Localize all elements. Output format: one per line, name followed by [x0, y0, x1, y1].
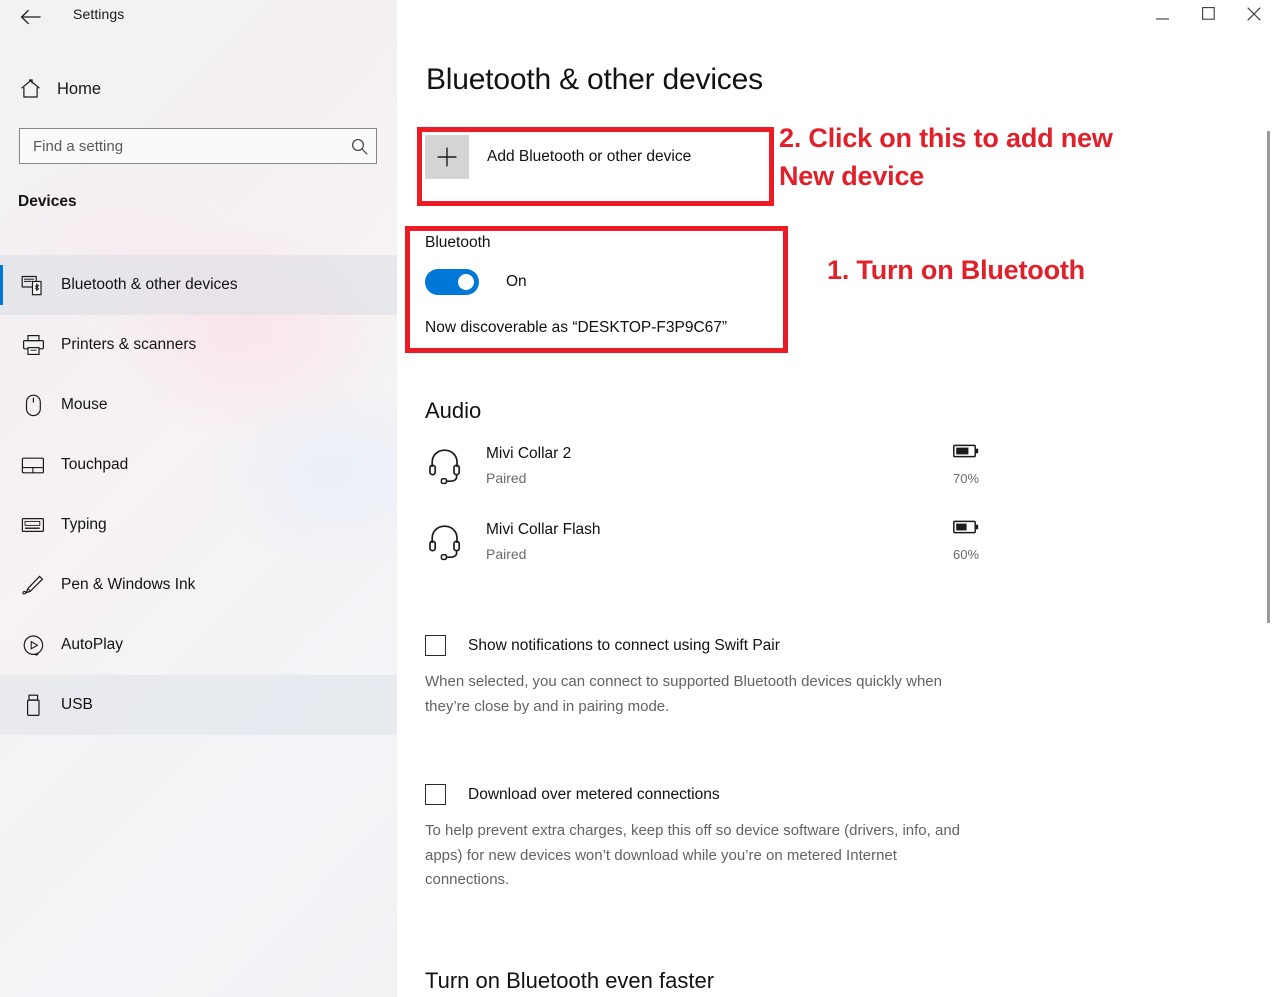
option-description: When selected, you can connect to suppor… — [425, 673, 942, 715]
sidebar-item-bluetooth-other-devices[interactable]: Bluetooth & other devices — [0, 255, 397, 315]
bluetooth-discoverable-text: Now discoverable as “DESKTOP-F3P9C67” — [425, 319, 728, 336]
search-icon[interactable] — [342, 137, 376, 156]
add-device-label: Add Bluetooth or other device — [487, 148, 692, 165]
list-item[interactable]: Mivi Collar 2 Paired 70% — [425, 442, 1005, 518]
annotation-text-step-2: 2. Click on this to add new New device — [779, 123, 1113, 191]
minimize-button[interactable] — [1139, 0, 1185, 32]
main-scrollbar[interactable] — [1263, 0, 1275, 997]
option-description: To help prevent extra charges, keep this… — [425, 822, 961, 888]
device-info: Mivi Collar 2 Paired — [486, 442, 571, 486]
bluetooth-toggle[interactable] — [425, 269, 479, 295]
battery-icon — [953, 444, 979, 463]
pen-icon — [18, 572, 48, 598]
sidebar-item-typing[interactable]: Typing — [0, 495, 397, 555]
sidebar-item-label: Pen & Windows Ink — [61, 576, 196, 593]
touchpad-icon — [18, 452, 48, 478]
list-item[interactable]: Mivi Collar Flash Paired 60% — [425, 518, 1005, 594]
sidebar-item-label: Printers & scanners — [61, 336, 197, 353]
scrollbar-thumb[interactable] — [1267, 131, 1270, 623]
search-input[interactable] — [20, 136, 342, 156]
footer-section-heading: Turn on Bluetooth even faster — [425, 968, 715, 993]
back-button[interactable] — [14, 4, 48, 34]
device-name: Mivi Collar Flash — [486, 521, 601, 538]
add-bluetooth-device-button[interactable]: Add Bluetooth or other device — [425, 135, 691, 179]
sidebar-item-label: Touchpad — [61, 456, 129, 473]
close-icon — [1247, 6, 1261, 26]
option-swift-pair: Show notifications to connect using Swif… — [425, 635, 1005, 719]
window-controls — [1139, 0, 1277, 32]
sidebar-item-label-home: Home — [57, 79, 102, 98]
device-battery: 60% — [936, 520, 996, 562]
sidebar-item-label: USB — [61, 696, 93, 713]
maximize-button[interactable] — [1185, 0, 1231, 32]
sidebar-item-printers-scanners[interactable]: Printers & scanners — [0, 315, 397, 375]
headset-icon — [425, 520, 465, 564]
sidebar-item-label: Mouse — [61, 396, 108, 413]
sidebar-item-autoplay[interactable]: AutoPlay — [0, 615, 397, 675]
audio-section-heading: Audio — [425, 398, 482, 423]
sidebar-item-usb[interactable]: USB — [0, 675, 397, 735]
page-title: Bluetooth & other devices — [426, 63, 763, 96]
mouse-icon — [18, 392, 48, 418]
battery-percent: 60% — [952, 547, 980, 562]
sidebar-item-pen-windows-ink[interactable]: Pen & Windows Ink — [0, 555, 397, 615]
sidebar-item-label: AutoPlay — [61, 636, 124, 653]
device-battery: 70% — [936, 444, 996, 486]
checkbox-row[interactable]: Show notifications to connect using Swif… — [425, 635, 1005, 656]
keyboard-icon — [18, 512, 48, 538]
sidebar-nav-list: Bluetooth & other devices Printers & sca… — [0, 255, 397, 735]
checkbox-label: Show notifications to connect using Swif… — [468, 636, 780, 654]
maximize-icon — [1201, 7, 1215, 25]
bluetooth-devices-icon — [18, 272, 48, 298]
minimize-icon — [1155, 7, 1169, 25]
checkbox-label: Download over metered connections — [468, 785, 720, 803]
battery-icon — [953, 520, 979, 539]
headset-icon — [425, 444, 465, 488]
option-metered-download: Download over metered connections To hel… — [425, 784, 1005, 893]
checkbox-row[interactable]: Download over metered connections — [425, 784, 1005, 805]
usb-icon — [18, 692, 48, 718]
swift-pair-checkbox[interactable] — [425, 635, 446, 656]
device-status: Paired — [486, 470, 527, 486]
sidebar-item-mouse[interactable]: Mouse — [0, 375, 397, 435]
audio-device-list: Mivi Collar 2 Paired 70% Mivi Collar Fla… — [425, 442, 1005, 594]
sidebar-section-header: Devices — [18, 193, 77, 210]
window-title: Settings — [73, 6, 125, 22]
bluetooth-heading: Bluetooth — [425, 234, 491, 251]
search-box[interactable] — [19, 128, 377, 164]
back-arrow-icon — [20, 9, 42, 30]
home-icon — [8, 79, 52, 99]
autoplay-icon — [18, 632, 48, 658]
bluetooth-toggle-state: On — [506, 273, 527, 290]
sidebar-item-label: Bluetooth & other devices — [61, 276, 238, 293]
sidebar-item-home[interactable]: Home — [0, 72, 397, 106]
toggle-knob — [458, 274, 474, 290]
settings-sidebar: Settings Home Devices — [0, 0, 397, 997]
plus-icon — [425, 135, 469, 179]
sidebar-item-label: Typing — [61, 516, 107, 533]
metered-download-checkbox[interactable] — [425, 784, 446, 805]
battery-percent: 70% — [952, 471, 980, 486]
device-status: Paired — [486, 546, 527, 562]
device-info: Mivi Collar Flash Paired — [486, 518, 601, 562]
bluetooth-toggle-row: On — [425, 269, 727, 295]
bluetooth-setting-group: Bluetooth On Now discoverable as “DESKTO… — [425, 234, 727, 337]
sidebar-item-touchpad[interactable]: Touchpad — [0, 435, 397, 495]
annotation-text-step-1: 1. Turn on Bluetooth — [827, 255, 1085, 285]
printer-icon — [18, 332, 48, 358]
device-name: Mivi Collar 2 — [486, 445, 572, 462]
